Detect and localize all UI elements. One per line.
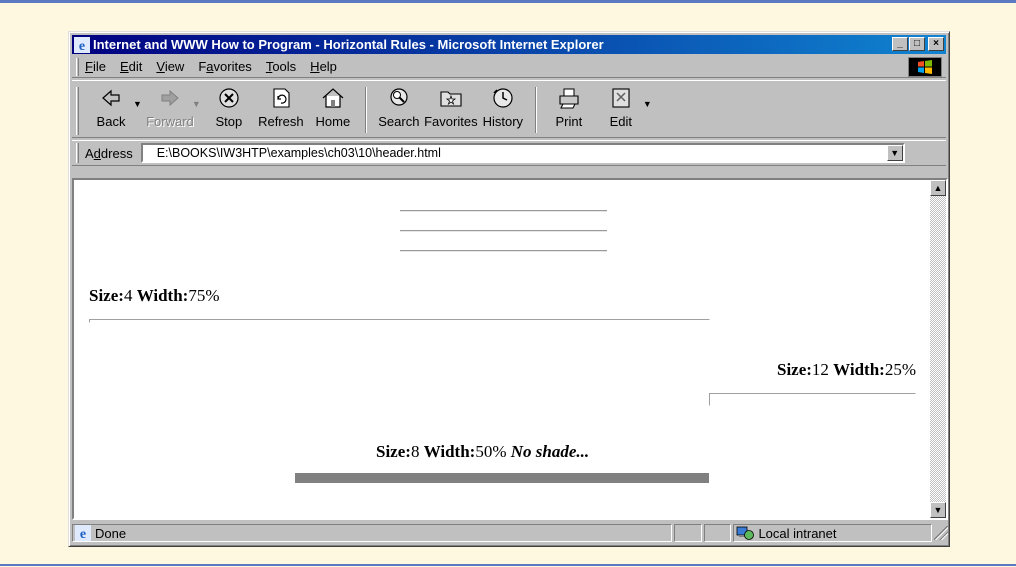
svg-text:e: e xyxy=(80,527,86,541)
history-clock-icon xyxy=(493,88,513,108)
horizontal-rule-default-1 xyxy=(400,210,607,212)
menu-favorites[interactable]: Favorites xyxy=(198,59,251,74)
window-controls: _ □ × xyxy=(891,37,944,51)
menu-edit[interactable]: Edit xyxy=(120,59,142,74)
address-dropdown-button[interactable]: ▼ xyxy=(886,145,903,161)
status-zone-pane: Local intranet xyxy=(733,524,933,542)
back-button[interactable]: Back xyxy=(85,85,137,129)
horizontal-rule-size4 xyxy=(89,319,710,323)
menu-grip xyxy=(76,57,79,76)
browser-window: e Internet and WWW How to Program - Hori… xyxy=(68,31,950,547)
edit-page-icon xyxy=(612,88,630,108)
refresh-icon xyxy=(273,88,290,108)
bottom-accent-rule xyxy=(0,564,1016,566)
menu-view[interactable]: View xyxy=(156,59,184,74)
home-button[interactable]: Home xyxy=(307,85,359,129)
favorites-folder-icon xyxy=(440,91,462,107)
back-arrow-icon xyxy=(102,89,120,107)
title-bar[interactable]: e Internet and WWW How to Program - Hori… xyxy=(72,35,946,54)
svg-text:e: e xyxy=(79,39,85,53)
standard-toolbar: Back ▼ Forward ▼ Stop Refresh Home Searc… xyxy=(72,80,946,138)
menu-help[interactable]: Help xyxy=(310,59,337,74)
address-label: Address xyxy=(85,145,133,161)
forward-button[interactable]: Forward xyxy=(144,85,196,129)
status-bar: e Done Local intranet xyxy=(72,522,948,544)
toolbar-separator xyxy=(534,87,537,133)
ie-logo-icon: e xyxy=(74,36,90,53)
stop-icon xyxy=(219,88,239,108)
scroll-down-button[interactable]: ▼ xyxy=(930,502,946,518)
forward-dropdown-icon[interactable]: ▼ xyxy=(192,99,201,109)
history-button[interactable]: History xyxy=(477,85,529,129)
search-icon xyxy=(390,88,408,106)
stop-button[interactable]: Stop xyxy=(203,85,255,129)
search-button[interactable]: Search xyxy=(373,85,425,129)
address-bar: Address E:\BOOKS\IW3HTP\examples\ch03\10… xyxy=(72,140,946,166)
address-input[interactable]: E:\BOOKS\IW3HTP\examples\ch03\10\header.… xyxy=(140,143,905,163)
forward-arrow-icon xyxy=(161,89,179,107)
address-url: E:\BOOKS\IW3HTP\examples\ch03\10\header.… xyxy=(156,146,441,160)
refresh-button[interactable]: Refresh xyxy=(255,85,307,129)
edit-button[interactable]: Edit xyxy=(595,85,647,129)
rule-caption-size12: Size:12 Width:25% xyxy=(776,360,916,379)
edit-dropdown-icon[interactable]: ▼ xyxy=(643,99,652,109)
intranet-zone-icon xyxy=(737,526,755,540)
close-button[interactable]: × xyxy=(928,37,944,51)
home-icon xyxy=(322,88,344,108)
rule-caption-size8: Size:8 Width:50% No shade... xyxy=(376,442,590,461)
horizontal-rule-size8-noshade xyxy=(295,473,709,483)
menu-bar: File Edit View Favorites Tools Help xyxy=(72,56,946,78)
horizontal-rule-size12 xyxy=(709,393,916,406)
printer-icon xyxy=(559,88,579,109)
page-done-icon: e xyxy=(75,525,91,541)
horizontal-rule-default-2 xyxy=(400,230,607,232)
horizontal-rule-default-3 xyxy=(400,250,607,252)
status-secure-pane xyxy=(703,524,732,542)
maximize-button[interactable]: □ xyxy=(909,37,925,51)
favorites-button[interactable]: Favorites xyxy=(424,85,478,129)
toolbar-grip xyxy=(76,87,79,135)
rule-caption-size4: Size:4 Width:75% xyxy=(89,286,220,305)
status-text-pane: e Done xyxy=(72,524,672,542)
windows-logo-icon xyxy=(908,57,942,77)
page-content: Size:4 Width:75% Size:12 Width:25% Size:… xyxy=(72,178,948,520)
toolbar-separator xyxy=(364,87,367,133)
print-button[interactable]: Print xyxy=(543,85,595,129)
menu-file[interactable]: File xyxy=(85,59,106,74)
window-title: Internet and WWW How to Program - Horizo… xyxy=(93,37,604,52)
scroll-up-button[interactable]: ▲ xyxy=(930,180,946,196)
minimize-button[interactable]: _ xyxy=(892,37,908,51)
vertical-scrollbar[interactable]: ▲ ▼ xyxy=(930,180,946,518)
menu-tools[interactable]: Tools xyxy=(266,59,296,74)
back-dropdown-icon[interactable]: ▼ xyxy=(133,99,142,109)
resize-grip-icon[interactable] xyxy=(934,526,948,540)
address-grip xyxy=(76,143,79,163)
status-progress-pane xyxy=(673,524,702,542)
top-accent-rule xyxy=(0,0,1016,3)
